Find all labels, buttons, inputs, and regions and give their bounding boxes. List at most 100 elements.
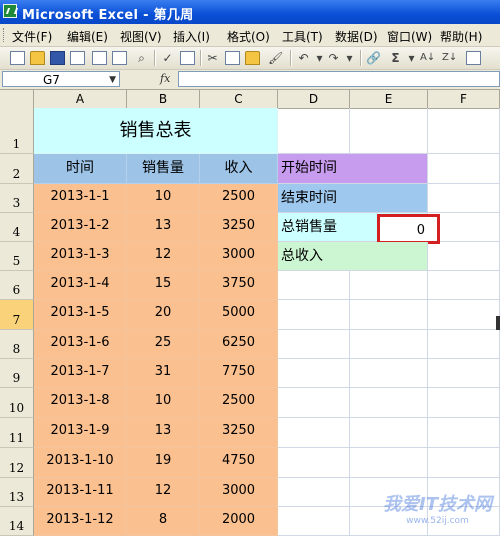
label-total-revenue[interactable]: 总收入 [278,242,428,271]
revenue-cell[interactable]: 2000 [200,507,278,536]
empty-cell[interactable] [350,300,428,330]
row-header-6[interactable]: 6 [0,271,34,300]
date-cell[interactable]: 2013-1-3 [34,242,127,271]
row-header-9[interactable]: 9 [0,359,34,388]
empty-cell[interactable] [428,330,500,359]
print-preview-icon[interactable] [112,51,127,65]
empty-cell[interactable] [278,418,350,448]
empty-cell[interactable] [278,359,350,388]
open-icon[interactable] [30,51,45,65]
save-icon[interactable] [50,51,65,65]
paste-icon[interactable] [245,51,260,65]
copy-icon[interactable] [225,51,240,65]
empty-cell[interactable] [428,300,500,330]
empty-cell[interactable] [350,388,428,418]
date-cell[interactable]: 2013-1-2 [34,213,127,242]
revenue-cell[interactable]: 3250 [200,213,278,242]
empty-cell[interactable] [278,388,350,418]
column-header-f[interactable]: F [428,90,500,108]
revenue-cell[interactable]: 4750 [200,448,278,478]
empty-cell[interactable] [428,271,500,300]
sales-cell[interactable]: 15 [127,271,200,300]
revenue-cell[interactable]: 3750 [200,271,278,300]
menu-window[interactable]: 窗口(W) [387,28,432,45]
row-header-1[interactable]: 1 [0,108,34,154]
row-header-5[interactable]: 5 [0,242,34,271]
cell-f2[interactable] [428,154,500,184]
new-icon[interactable] [10,51,25,65]
redo-icon[interactable]: ↷ [326,51,341,65]
row-header-14[interactable]: 14 [0,507,34,536]
row-header-13[interactable]: 13 [0,478,34,507]
formula-input[interactable] [178,71,500,87]
column-header-d[interactable]: D [278,90,350,108]
undo-dropdown-icon[interactable]: ▾ [312,51,327,65]
empty-cell[interactable] [278,300,350,330]
total-sales-value-cell[interactable]: 0 [377,214,440,244]
select-all-corner[interactable] [0,90,34,108]
row-header-8[interactable]: 8 [0,330,34,359]
autosum-dropdown-icon[interactable]: ▾ [404,51,419,65]
autosum-icon[interactable]: Σ [388,51,403,65]
empty-cell[interactable] [350,330,428,359]
sheet-title-cell[interactable]: 销售总表 [34,108,278,154]
cell-e1[interactable] [350,108,428,154]
empty-cell[interactable] [428,359,500,388]
revenue-cell[interactable]: 3000 [200,242,278,271]
menu-format[interactable]: 格式(O) [227,28,270,45]
date-cell[interactable]: 2013-1-4 [34,271,127,300]
date-cell[interactable]: 2013-1-7 [34,359,127,388]
date-cell[interactable]: 2013-1-11 [34,478,127,507]
date-cell[interactable]: 2013-1-8 [34,388,127,418]
column-header-e[interactable]: E [350,90,428,108]
empty-cell[interactable] [350,359,428,388]
sales-cell[interactable]: 10 [127,184,200,213]
row-header-4[interactable]: 4 [0,213,34,242]
empty-cell[interactable] [428,418,500,448]
sales-cell[interactable]: 13 [127,418,200,448]
revenue-cell[interactable]: 3250 [200,418,278,448]
menu-file[interactable]: 文件(F) [12,28,52,45]
spelling-icon[interactable]: ✓ [160,51,175,65]
header-sales[interactable]: 销售量 [127,154,200,184]
row-header-10[interactable]: 10 [0,388,34,418]
sales-cell[interactable]: 8 [127,507,200,536]
date-cell[interactable]: 2013-1-6 [34,330,127,359]
cell-f3[interactable] [428,184,500,213]
row-header-12[interactable]: 12 [0,448,34,478]
sales-cell[interactable]: 19 [127,448,200,478]
header-revenue[interactable]: 收入 [200,154,278,184]
row-header-11[interactable]: 11 [0,418,34,448]
revenue-cell[interactable]: 7750 [200,359,278,388]
find-icon[interactable]: ⌕ [134,51,149,65]
revenue-cell[interactable]: 3000 [200,478,278,507]
column-header-b[interactable]: B [127,90,200,108]
menu-insert[interactable]: 插入(I) [173,28,210,45]
empty-cell[interactable] [350,448,428,478]
revenue-cell[interactable]: 2500 [200,184,278,213]
insert-function-icon[interactable]: fx [160,72,170,85]
sales-cell[interactable]: 12 [127,478,200,507]
sales-cell[interactable]: 25 [127,330,200,359]
row-header-7[interactable]: 7 [0,300,34,330]
research-icon[interactable] [180,51,195,65]
date-cell[interactable]: 2013-1-5 [34,300,127,330]
empty-cell[interactable] [278,478,350,507]
empty-cell[interactable] [428,388,500,418]
empty-cell[interactable] [278,271,350,300]
cell-d1[interactable] [278,108,350,154]
label-end-time[interactable]: 结束时间 [278,184,428,213]
row-header-3[interactable]: 3 [0,184,34,213]
menu-help[interactable]: 帮助(H) [440,28,482,45]
header-time[interactable]: 时间 [34,154,127,184]
print-icon[interactable] [92,51,107,65]
cut-icon[interactable]: ✂ [205,51,220,65]
redo-dropdown-icon[interactable]: ▾ [342,51,357,65]
date-cell[interactable]: 2013-1-9 [34,418,127,448]
empty-cell[interactable] [278,507,350,536]
column-header-a[interactable]: A [34,90,127,108]
name-box[interactable]: G7 ▼ [2,71,120,87]
label-start-time[interactable]: 开始时间 [278,154,428,184]
date-cell[interactable]: 2013-1-1 [34,184,127,213]
undo-icon[interactable]: ↶ [296,51,311,65]
